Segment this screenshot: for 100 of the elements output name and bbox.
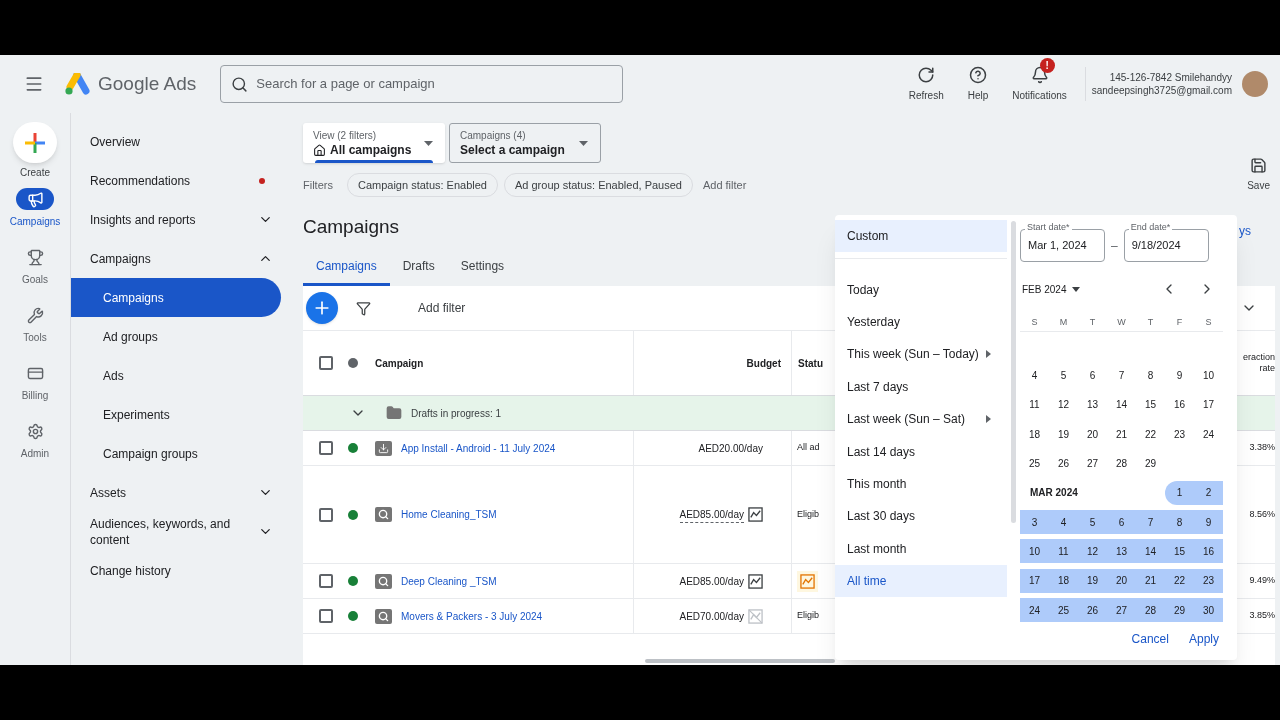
calendar-day[interactable]: 4 bbox=[1049, 510, 1078, 535]
calendar-day[interactable]: 16 bbox=[1165, 392, 1194, 417]
nav-item[interactable]: Ads bbox=[71, 356, 281, 395]
checkbox[interactable] bbox=[319, 441, 333, 455]
add-filter-link[interactable]: Add filter bbox=[702, 176, 747, 194]
nav-item[interactable]: Experiments bbox=[71, 395, 281, 434]
calendar-day[interactable]: 9 bbox=[1194, 510, 1223, 535]
date-range-link[interactable]: ys bbox=[1239, 222, 1251, 240]
campaign-link[interactable]: Home Cleaning_TSM bbox=[401, 507, 497, 522]
apply-button[interactable]: Apply bbox=[1188, 630, 1219, 648]
search-field[interactable]: Search for a page or campaign bbox=[256, 74, 613, 94]
date-preset[interactable]: This month bbox=[835, 467, 1007, 501]
nav-item[interactable]: Assets bbox=[71, 473, 281, 512]
calendar-day[interactable]: 18 bbox=[1049, 568, 1078, 593]
calendar-day[interactable]: 27 bbox=[1078, 451, 1107, 476]
checkbox[interactable] bbox=[319, 507, 333, 522]
campaign-link[interactable]: App Install - Android - 11 July 2024 bbox=[401, 440, 556, 456]
calendar-day[interactable]: 28 bbox=[1136, 598, 1165, 622]
calendar-day[interactable]: 17 bbox=[1194, 392, 1223, 417]
calendar-day[interactable]: 25 bbox=[1049, 598, 1078, 622]
checkbox[interactable] bbox=[319, 609, 333, 623]
nav-item[interactable]: Campaign groups bbox=[71, 434, 281, 473]
calendar-day[interactable]: 20 bbox=[1078, 422, 1107, 447]
calendar-day[interactable]: 5 bbox=[1049, 363, 1078, 388]
calendar-day[interactable]: 12 bbox=[1049, 392, 1078, 417]
add-button[interactable] bbox=[306, 292, 338, 324]
calendar-day[interactable]: 20 bbox=[1107, 568, 1136, 593]
rail-item[interactable]: Goals bbox=[16, 246, 54, 304]
chart-icon[interactable] bbox=[748, 507, 763, 522]
calendar-day[interactable]: 22 bbox=[1136, 422, 1165, 447]
date-preset[interactable]: Last week (Sun – Sat) bbox=[835, 402, 1007, 436]
calendar-day[interactable]: 14 bbox=[1107, 392, 1136, 417]
calendar-day[interactable]: 29 bbox=[1136, 451, 1165, 476]
calendar-day[interactable]: 5 bbox=[1078, 510, 1107, 535]
calendar-day[interactable]: 23 bbox=[1165, 422, 1194, 447]
rail-item[interactable]: Admin bbox=[16, 420, 54, 478]
tab[interactable]: Drafts bbox=[389, 248, 448, 286]
view-selector[interactable]: View (2 filters) All campaigns bbox=[303, 123, 445, 163]
tab[interactable]: Settings bbox=[447, 248, 518, 286]
campaign-link[interactable]: Deep Cleaning _TSM bbox=[401, 573, 497, 589]
rail-item[interactable]: Tools bbox=[16, 304, 54, 362]
calendar-day[interactable]: 16 bbox=[1194, 539, 1223, 564]
checkbox[interactable] bbox=[319, 574, 333, 588]
calendar-day[interactable]: 21 bbox=[1107, 422, 1136, 447]
calendar-day[interactable]: 8 bbox=[1136, 363, 1165, 388]
checkbox[interactable] bbox=[319, 356, 333, 370]
date-preset[interactable]: Last 14 days bbox=[835, 435, 1007, 468]
calendar-day[interactable]: 23 bbox=[1194, 568, 1223, 593]
calendar-day[interactable]: 14 bbox=[1136, 539, 1165, 564]
calendar-day[interactable]: 7 bbox=[1136, 510, 1165, 535]
nav-item[interactable]: Recommendations bbox=[71, 161, 281, 200]
calendar-day[interactable]: 1 bbox=[1165, 480, 1194, 505]
calendar-day[interactable]: 21 bbox=[1136, 568, 1165, 593]
calendar-day[interactable]: 11 bbox=[1020, 392, 1049, 417]
date-preset[interactable]: All time bbox=[835, 564, 1007, 598]
rail-item[interactable]: Campaigns bbox=[9, 188, 61, 246]
menu-icon[interactable] bbox=[24, 74, 44, 94]
calendar-day[interactable]: 2 bbox=[1194, 480, 1223, 505]
date-preset[interactable]: Yesterday bbox=[835, 305, 1007, 339]
calendar-day[interactable]: 13 bbox=[1107, 539, 1136, 564]
calendar-day[interactable]: 28 bbox=[1107, 451, 1136, 476]
calendar-day[interactable]: 12 bbox=[1078, 539, 1107, 564]
calendar-day[interactable]: 8 bbox=[1165, 510, 1194, 535]
date-preset[interactable]: Last 7 days bbox=[835, 370, 1007, 403]
calendar-day[interactable]: 26 bbox=[1049, 451, 1078, 476]
date-preset[interactable]: Last month bbox=[835, 532, 1007, 565]
search-bar[interactable]: Search for a page or campaign bbox=[220, 65, 624, 103]
calendar-day[interactable]: 18 bbox=[1020, 422, 1049, 447]
calendar-day[interactable]: 6 bbox=[1107, 510, 1136, 535]
calendar-day[interactable]: 22 bbox=[1165, 568, 1194, 593]
calendar-day[interactable]: 19 bbox=[1078, 568, 1107, 593]
filter-icon[interactable] bbox=[356, 300, 371, 316]
refresh-button[interactable]: Refresh bbox=[906, 57, 946, 103]
calendar-day[interactable]: 9 bbox=[1165, 363, 1194, 388]
save-button[interactable]: Save bbox=[1247, 157, 1270, 193]
calendar-day[interactable]: 19 bbox=[1049, 422, 1078, 447]
date-preset[interactable]: This week (Sun – Today) bbox=[835, 338, 1007, 371]
nav-item[interactable]: Campaigns bbox=[71, 278, 281, 317]
calendar-day[interactable]: 10 bbox=[1020, 539, 1049, 564]
calendar-day[interactable]: 3 bbox=[1020, 510, 1049, 535]
calendar-day[interactable]: 4 bbox=[1020, 363, 1049, 388]
calendar-day[interactable]: 13 bbox=[1078, 392, 1107, 417]
nav-item[interactable]: Insights and reports bbox=[71, 200, 281, 239]
nav-item[interactable]: Campaigns bbox=[71, 239, 281, 278]
help-button[interactable]: Help bbox=[965, 57, 991, 103]
calendar-day[interactable]: 24 bbox=[1020, 598, 1049, 622]
calendar-day[interactable]: 26 bbox=[1078, 598, 1107, 622]
month-picker[interactable]: FEB 2024 bbox=[1022, 281, 1081, 297]
notifications-button[interactable]: Notifications ! bbox=[1010, 57, 1069, 103]
rail-item[interactable]: Billing bbox=[16, 362, 54, 420]
chart-icon[interactable] bbox=[748, 573, 763, 589]
calendar-day[interactable]: 15 bbox=[1136, 392, 1165, 417]
add-filter-button[interactable]: Add filter bbox=[418, 299, 466, 317]
avatar[interactable] bbox=[1242, 71, 1268, 97]
date-preset[interactable]: Last 30 days bbox=[835, 500, 1007, 533]
cancel-button[interactable]: Cancel bbox=[1131, 630, 1169, 648]
nav-item[interactable]: Change history bbox=[71, 551, 281, 590]
calendar-day[interactable]: 29 bbox=[1165, 598, 1194, 622]
campaign-link[interactable]: Movers & Packers - 3 July 2024 bbox=[401, 608, 543, 624]
calendar-day[interactable]: 25 bbox=[1020, 451, 1049, 476]
